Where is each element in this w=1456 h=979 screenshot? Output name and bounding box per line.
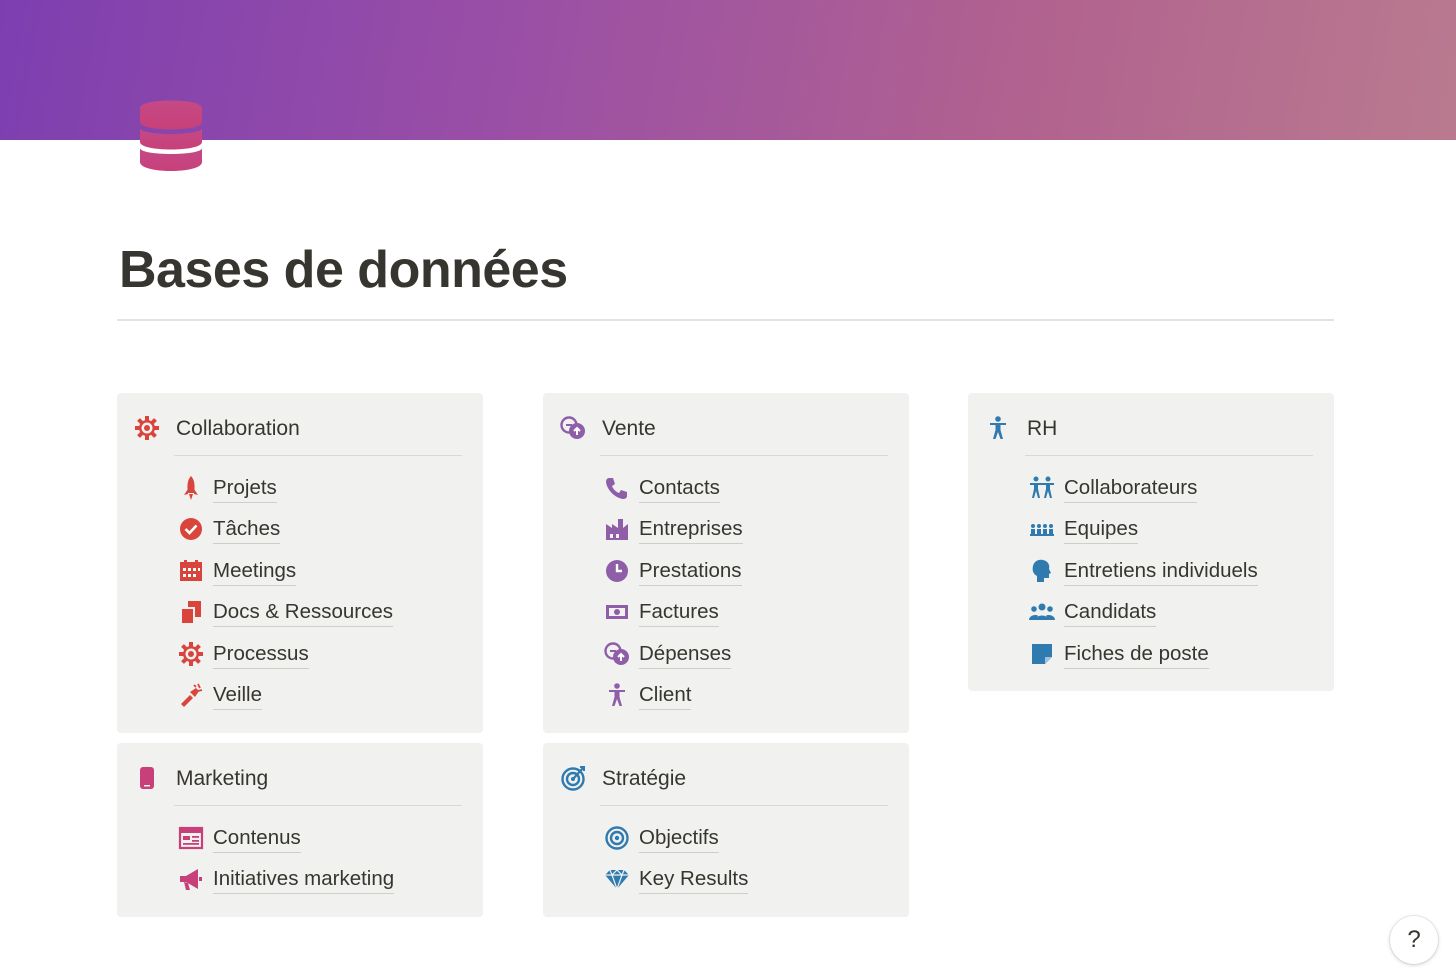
item-label[interactable]: Equipes bbox=[1064, 517, 1139, 545]
card-divider bbox=[600, 805, 888, 806]
factory-icon bbox=[606, 519, 628, 541]
card-header: RH bbox=[968, 393, 1334, 457]
layout-icon bbox=[178, 826, 204, 850]
currency-exchange-icon bbox=[560, 416, 585, 439]
card-header: Vente bbox=[543, 393, 909, 457]
item-label[interactable]: Tâches bbox=[213, 517, 281, 545]
item-label[interactable]: Client bbox=[639, 683, 692, 710]
rocket-icon bbox=[184, 476, 198, 500]
card-title: Collaboration bbox=[176, 417, 300, 440]
link-fiches-de-poste[interactable]: Fiches de poste bbox=[1028, 635, 1314, 676]
card-marketing: Marketing Contenus Initiatives marketing bbox=[117, 743, 483, 917]
card-header: Collaboration bbox=[117, 393, 483, 457]
person-icon bbox=[990, 416, 1006, 439]
link-prestations[interactable]: Prestations bbox=[603, 552, 889, 593]
help-button[interactable]: ? bbox=[1390, 916, 1438, 964]
card-header: Marketing bbox=[117, 743, 483, 807]
card-vente: Vente Contacts Entreprises Prestations F… bbox=[543, 393, 909, 733]
card-collaboration: Collaboration Projets Tâches Meetings Do… bbox=[117, 393, 483, 733]
link-veille[interactable]: Veille bbox=[177, 676, 463, 717]
phone-device-icon bbox=[140, 767, 154, 789]
item-label[interactable]: Docs & Ressources bbox=[213, 600, 394, 628]
page-title: Bases de données bbox=[119, 241, 568, 299]
item-label[interactable]: Fiches de poste bbox=[1064, 642, 1209, 669]
calendar-icon bbox=[180, 559, 202, 581]
documents-icon bbox=[180, 601, 201, 626]
person-icon bbox=[609, 683, 625, 706]
banknote-icon bbox=[606, 605, 628, 620]
item-label[interactable]: Meetings bbox=[213, 559, 297, 586]
link-docs-ressources[interactable]: Docs & Ressources bbox=[177, 593, 463, 634]
item-label[interactable]: Contenus bbox=[213, 826, 301, 853]
cover-banner bbox=[0, 0, 1456, 140]
item-label[interactable]: Key Results bbox=[639, 867, 749, 895]
item-label[interactable]: Collaborateurs bbox=[1064, 476, 1198, 503]
card-title: Marketing bbox=[176, 767, 269, 790]
card-strategie: Stratégie Objectifs Key Results bbox=[543, 743, 909, 917]
item-label[interactable]: Prestations bbox=[639, 559, 742, 586]
title-divider bbox=[117, 319, 1334, 321]
gear-icon bbox=[135, 416, 159, 440]
head-icon bbox=[1032, 559, 1051, 582]
link-key-results[interactable]: Key Results bbox=[603, 860, 889, 901]
item-label[interactable]: Processus bbox=[213, 642, 309, 669]
currency-exchange-icon bbox=[604, 641, 629, 665]
link-entretiens[interactable]: Entretiens individuels bbox=[1028, 552, 1314, 593]
link-taches[interactable]: Tâches bbox=[177, 510, 463, 551]
gear-icon bbox=[179, 641, 203, 666]
item-label[interactable]: Objectifs bbox=[639, 826, 719, 853]
database-icon[interactable] bbox=[136, 96, 206, 176]
link-objectifs[interactable]: Objectifs bbox=[603, 819, 889, 860]
card-title: Vente bbox=[602, 417, 656, 440]
link-meetings[interactable]: Meetings bbox=[177, 552, 463, 593]
link-client[interactable]: Client bbox=[603, 676, 889, 717]
bullseye-icon bbox=[605, 826, 629, 850]
card-divider bbox=[174, 455, 462, 456]
item-label[interactable]: Dépenses bbox=[639, 642, 732, 669]
check-circle-icon bbox=[180, 518, 202, 541]
item-label[interactable]: Factures bbox=[639, 600, 719, 628]
item-label[interactable]: Entreprises bbox=[639, 517, 743, 545]
megaphone-icon bbox=[180, 869, 202, 891]
link-collaborateurs[interactable]: Collaborateurs bbox=[1028, 469, 1314, 510]
link-factures[interactable]: Factures bbox=[603, 593, 889, 634]
card-title: Stratégie bbox=[602, 767, 687, 790]
flashlight-icon bbox=[181, 683, 203, 707]
item-label[interactable]: Veille bbox=[213, 683, 263, 710]
link-initiatives-marketing[interactable]: Initiatives marketing bbox=[177, 860, 463, 901]
link-candidats[interactable]: Candidats bbox=[1028, 593, 1314, 634]
clock-icon bbox=[606, 559, 628, 582]
item-label[interactable]: Candidats bbox=[1064, 600, 1157, 628]
phone-icon bbox=[606, 478, 627, 499]
card-title: RH bbox=[1027, 417, 1058, 440]
link-processus[interactable]: Processus bbox=[177, 635, 463, 676]
card-divider bbox=[1025, 455, 1313, 456]
card-divider bbox=[600, 455, 888, 456]
item-label[interactable]: Entretiens individuels bbox=[1064, 559, 1258, 586]
note-icon bbox=[1032, 643, 1052, 664]
card-divider bbox=[174, 805, 462, 806]
target-icon bbox=[561, 766, 585, 791]
card-rh: RH Collaborateurs Equipes Entretiens ind… bbox=[968, 393, 1334, 691]
link-entreprises[interactable]: Entreprises bbox=[603, 510, 889, 551]
card-header: Stratégie bbox=[543, 743, 909, 807]
group-icon bbox=[1029, 603, 1055, 621]
item-label[interactable]: Contacts bbox=[639, 476, 720, 503]
link-depenses[interactable]: Dépenses bbox=[603, 635, 889, 676]
team-icon bbox=[1030, 524, 1054, 537]
link-contenus[interactable]: Contenus bbox=[177, 819, 463, 860]
item-label[interactable]: Initiatives marketing bbox=[213, 867, 395, 895]
item-label[interactable]: Projets bbox=[213, 476, 277, 503]
diamond-icon bbox=[605, 869, 629, 892]
link-contacts[interactable]: Contacts bbox=[603, 469, 889, 510]
link-projets[interactable]: Projets bbox=[177, 469, 463, 510]
people-icon bbox=[1030, 476, 1054, 498]
link-equipes[interactable]: Equipes bbox=[1028, 510, 1314, 551]
